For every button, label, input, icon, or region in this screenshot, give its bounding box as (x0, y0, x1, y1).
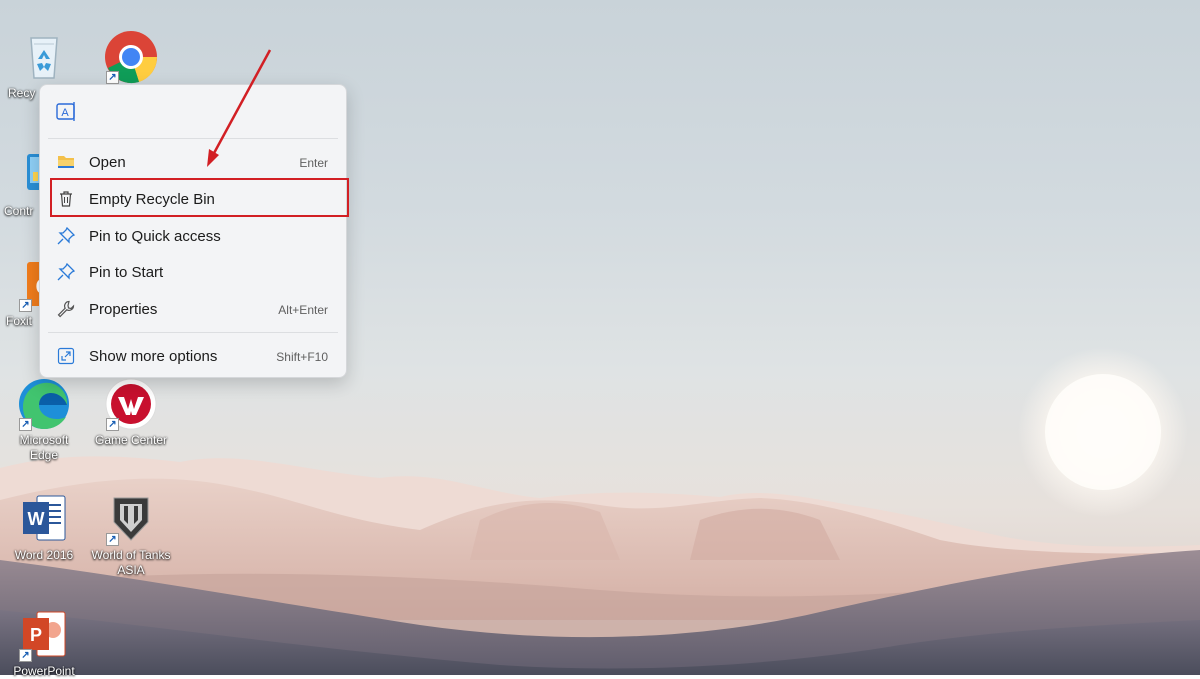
desktop-icon-label: Game Center (94, 433, 168, 447)
trash-icon (57, 190, 75, 208)
shortcut-arrow-icon: ↗ (19, 418, 32, 431)
menu-item-properties[interactable]: Properties Alt+Enter (44, 292, 342, 326)
folder-icon (57, 153, 75, 171)
menu-item-shortcut: Enter (299, 156, 328, 170)
chrome-icon: ↗ (104, 30, 158, 84)
rename-icon: A (56, 102, 75, 121)
menu-item-label: Show more options (89, 348, 218, 365)
desktop-icon-chrome[interactable]: ↗ (91, 30, 171, 86)
wrench-icon (57, 300, 75, 318)
desktop-icon-word[interactable]: W Word 2016 (4, 492, 84, 563)
menu-item-label: Properties (89, 301, 158, 318)
shortcut-arrow-icon: ↗ (106, 71, 119, 84)
menu-item-shortcut: Shift+F10 (276, 350, 328, 364)
menu-item-open[interactable]: Open Enter (44, 145, 342, 179)
desktop[interactable]: Recy ↗ Contr ↗ Foxit ↗ Microsoft Edge ↗ … (0, 0, 1200, 678)
menu-item-shortcut: Alt+Enter (278, 303, 328, 317)
world-of-tanks-icon: ↗ (104, 492, 158, 546)
menu-item-pin-to-start[interactable]: Pin to Start (44, 255, 342, 289)
context-menu: A Open Enter Empty Recycle Bin Pin to Qu… (39, 84, 347, 378)
menu-separator (48, 138, 338, 139)
recycle-bin-icon (17, 30, 71, 84)
desktop-icon-powerpoint[interactable]: P ↗ PowerPoint (4, 608, 84, 679)
pin-icon (57, 226, 76, 245)
menu-separator (48, 332, 338, 333)
desktop-icon-game-center[interactable]: ↗ Game Center (91, 377, 171, 448)
pin-icon (57, 262, 76, 281)
powerpoint-icon: P ↗ (17, 608, 71, 662)
rename-button[interactable]: A (54, 99, 80, 125)
menu-item-label: Open (89, 154, 126, 171)
game-center-icon: ↗ (104, 377, 158, 431)
menu-item-label: Pin to Quick access (89, 228, 221, 245)
svg-text:A: A (61, 107, 69, 119)
shortcut-arrow-icon: ↗ (106, 418, 119, 431)
desktop-icon-edge[interactable]: ↗ Microsoft Edge (4, 377, 84, 463)
edge-icon: ↗ (17, 377, 71, 431)
word-icon: W (17, 492, 71, 546)
desktop-icon-world-of-tanks[interactable]: ↗ World of Tanks ASIA (91, 492, 171, 578)
shortcut-arrow-icon: ↗ (19, 649, 32, 662)
expand-icon (57, 347, 75, 365)
menu-item-label: Empty Recycle Bin (89, 191, 215, 208)
desktop-icon-label: World of Tanks ASIA (91, 548, 171, 577)
menu-item-empty-recycle-bin[interactable]: Empty Recycle Bin (44, 182, 342, 216)
svg-text:W: W (28, 509, 45, 529)
menu-item-show-more-options[interactable]: Show more options Shift+F10 (44, 339, 342, 373)
desktop-icon-label: Word 2016 (14, 548, 74, 562)
desktop-icon-label: PowerPoint (13, 664, 75, 678)
svg-text:P: P (30, 625, 42, 645)
shortcut-arrow-icon: ↗ (19, 299, 32, 312)
menu-item-label: Pin to Start (89, 264, 164, 281)
shortcut-arrow-icon: ↗ (106, 533, 119, 546)
menu-item-pin-to-quick-access[interactable]: Pin to Quick access (44, 219, 342, 253)
desktop-icon-label: Microsoft Edge (19, 433, 69, 462)
